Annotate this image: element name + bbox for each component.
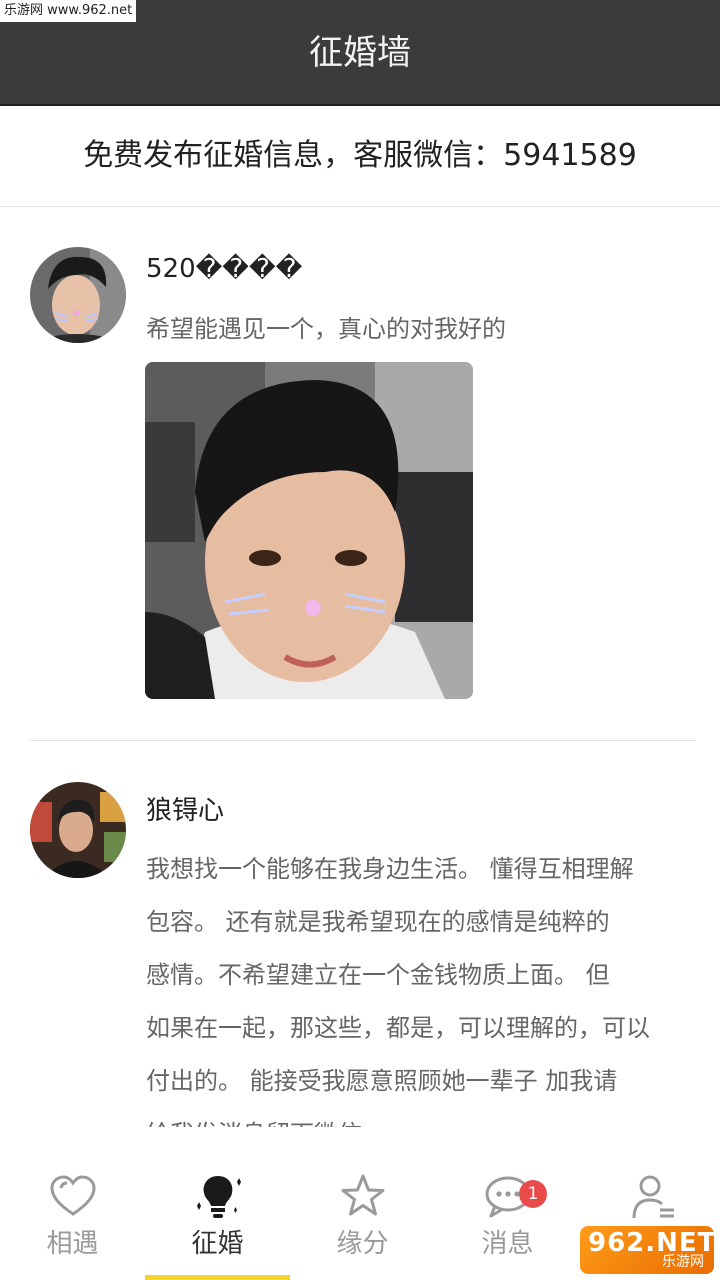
star-icon xyxy=(338,1172,388,1222)
brand-logo-subtext: 乐游网 xyxy=(662,1254,704,1270)
post-message: 希望能遇见一个，真心的对我好的 xyxy=(146,309,686,349)
post-card[interactable]: 520���� 希望能遇见一个，真心的对我好的 xyxy=(0,207,720,741)
page-title: 征婚墙 xyxy=(309,33,411,73)
tab-label: 征婚 xyxy=(191,1229,244,1259)
tab-messages[interactable]: 1 消息 xyxy=(435,1150,580,1280)
post-username: 520���� xyxy=(146,254,303,284)
tab-label: 消息 xyxy=(481,1229,534,1259)
post-message-line: 付出的。 能接受我愿意照顾她一辈子 加我请 xyxy=(146,1067,618,1095)
lightbulb-icon xyxy=(193,1172,243,1222)
post-photo[interactable] xyxy=(145,362,473,699)
heart-icon xyxy=(48,1172,98,1222)
post-message-line: 给我发消息留下微信 xyxy=(146,1108,686,1127)
post-card[interactable]: 狼锝心 我想找一个能够在我身边生活。 懂得互相理解 包容。 还有就是我希望现在的… xyxy=(0,741,720,1127)
watermark-text: 乐游网 www.962.net xyxy=(0,0,137,22)
tab-fate[interactable]: 缘分 xyxy=(290,1150,435,1280)
post-message-line: 感情。不希望建立在一个金钱物质上面。 但 xyxy=(146,961,610,989)
tab-matchmaking[interactable]: 征婚 xyxy=(145,1150,290,1280)
avatar[interactable] xyxy=(30,782,126,878)
notice-text: 免费发布征婚信息，客服微信：5941589 xyxy=(83,138,637,173)
post-username: 狼锝心 xyxy=(146,796,225,826)
notice-banner: 免费发布征婚信息，客服微信：5941589 xyxy=(0,106,720,207)
post-message-line: 我想找一个能够在我身边生活。 懂得互相理解 xyxy=(146,855,634,883)
post-message-line: 包容。 还有就是我希望现在的感情是纯粹的 xyxy=(146,908,610,936)
tab-meet[interactable]: 相遇 xyxy=(0,1150,145,1280)
brand-logo-watermark: 962.NET 乐游网 xyxy=(580,1226,715,1274)
post-message-line: 希望能遇见一个，真心的对我好的 xyxy=(146,315,506,343)
active-tab-indicator xyxy=(145,1275,290,1280)
post-message-line: 如果在一起，那这些，都是，可以理解的，可以 xyxy=(146,1014,650,1042)
avatar[interactable] xyxy=(30,247,126,343)
post-feed[interactable]: 520���� 希望能遇见一个，真心的对我好的 狼锝心 我想找一个能够在我身边生… xyxy=(0,207,720,1127)
unread-badge: 1 xyxy=(519,1180,547,1208)
profile-icon xyxy=(628,1172,678,1222)
tab-label: 相遇 xyxy=(46,1229,99,1259)
tab-label: 缘分 xyxy=(336,1229,389,1259)
post-message: 我想找一个能够在我身边生活。 懂得互相理解 包容。 还有就是我希望现在的感情是纯… xyxy=(146,843,686,1127)
